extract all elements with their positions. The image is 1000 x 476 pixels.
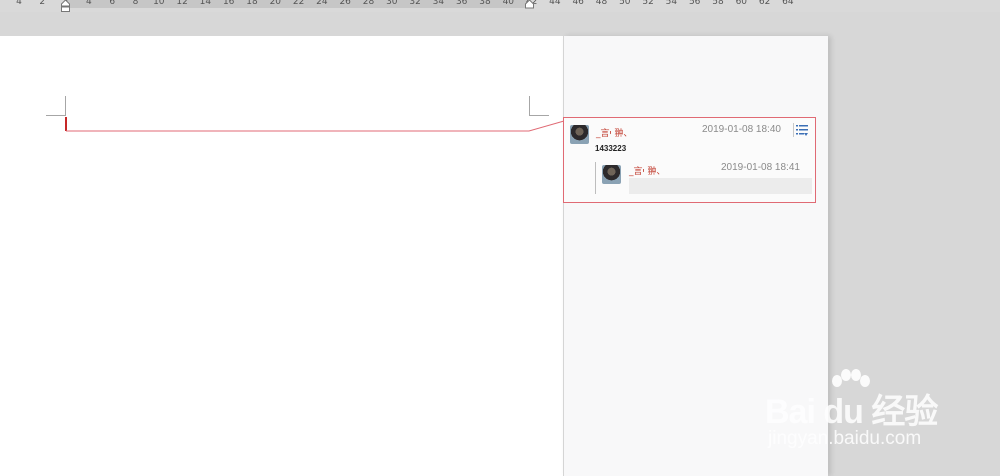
reply-thread-bar bbox=[595, 162, 596, 194]
comment-text: 1433223 bbox=[595, 144, 627, 153]
comment-card[interactable]: _言י 翀、 2019-01-08 18:40 1433223 _言י 翀、 2… bbox=[563, 117, 816, 203]
avatar bbox=[570, 125, 589, 144]
reply-time: 2019-01-08 18:41 bbox=[721, 162, 800, 173]
reply-author: _言י 翀、 bbox=[629, 167, 666, 177]
watermark-brand: Bai du 经验 bbox=[765, 393, 938, 431]
reply-avatar bbox=[602, 165, 621, 184]
watermark-url: jingyan.baidu.com bbox=[768, 428, 922, 449]
comment-menu-icon[interactable] bbox=[793, 123, 809, 137]
comment-author: _言י 翀、 bbox=[596, 129, 633, 139]
reply-input[interactable] bbox=[629, 178, 812, 194]
comment-time: 2019-01-08 18:40 bbox=[702, 124, 781, 135]
